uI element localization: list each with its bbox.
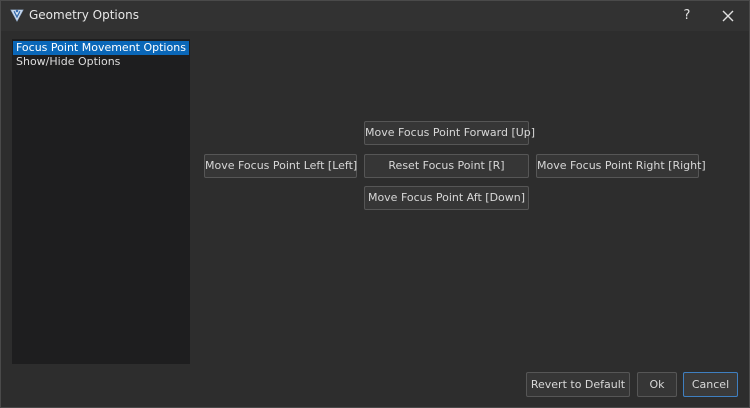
geometry-options-dialog: Geometry Options ? Focus Point Movement … <box>0 0 750 408</box>
title-bar: Geometry Options ? <box>1 1 749 31</box>
window-title: Geometry Options <box>29 8 139 22</box>
ok-button[interactable]: Ok <box>637 372 677 397</box>
app-logo-icon <box>10 7 24 22</box>
sidebar-item-focus-point-movement[interactable]: Focus Point Movement Options <box>13 41 189 55</box>
reset-focus-point-button[interactable]: Reset Focus Point [R] <box>364 154 529 178</box>
sidebar-item-show-hide[interactable]: Show/Hide Options <box>13 55 189 69</box>
move-forward-button[interactable]: Move Focus Point Forward [Up] <box>364 121 535 145</box>
cancel-button[interactable]: Cancel <box>683 372 738 397</box>
close-button[interactable] <box>708 1 748 31</box>
options-category-list: Focus Point Movement Options Show/Hide O… <box>12 39 190 364</box>
move-right-button[interactable]: Move Focus Point Right [Right] <box>536 154 706 178</box>
help-button[interactable]: ? <box>667 1 707 31</box>
move-left-button[interactable]: Move Focus Point Left [Left] <box>204 154 357 178</box>
close-icon <box>722 10 734 22</box>
revert-to-default-button[interactable]: Revert to Default <box>526 372 630 397</box>
move-aft-button[interactable]: Move Focus Point Aft [Down] <box>364 186 529 210</box>
